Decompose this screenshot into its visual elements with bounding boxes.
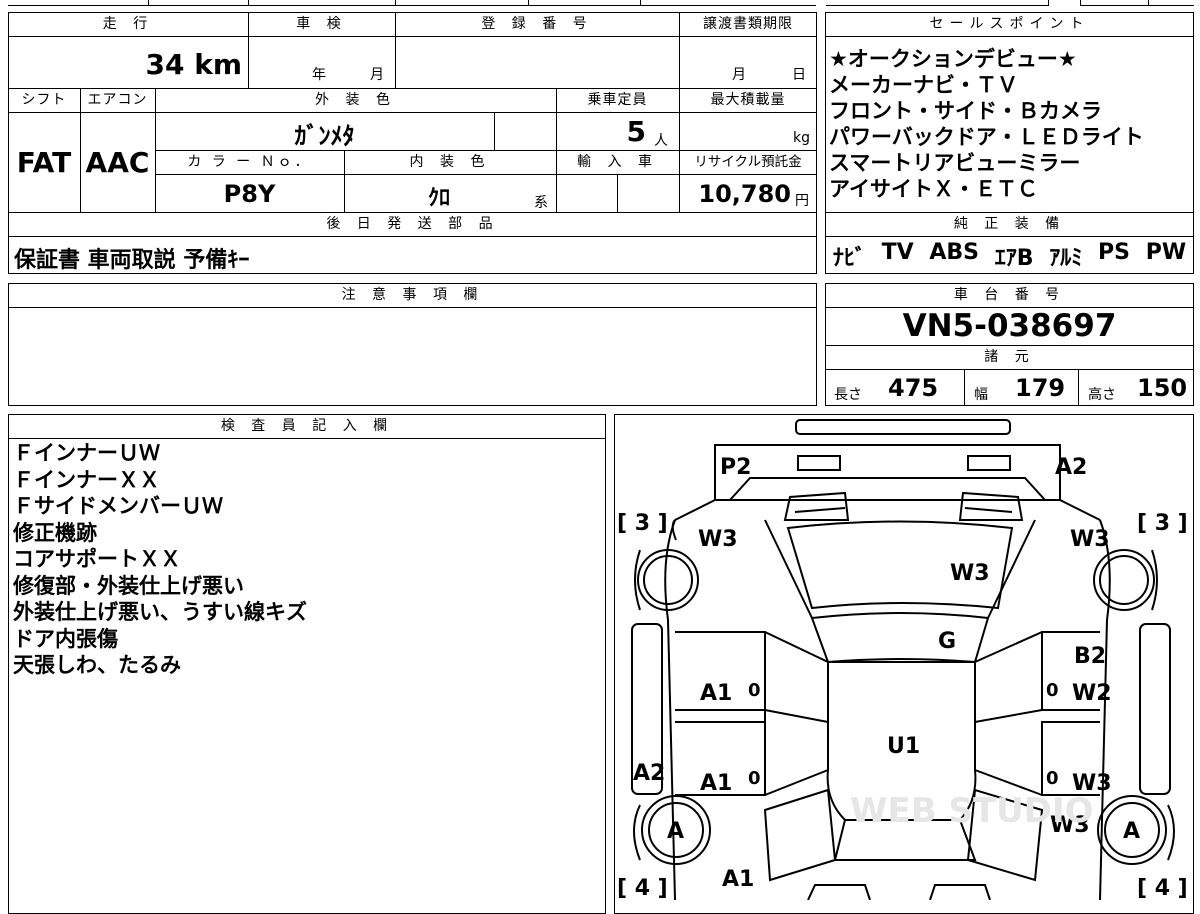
color-no-label: カ ラ ー Ｎｏ． bbox=[187, 154, 312, 170]
interior-color-label: 内 装 色 bbox=[409, 154, 491, 170]
inspector-line: 外装仕上げ悪い、うすい線キズ bbox=[13, 600, 307, 624]
length-label: 長さ bbox=[834, 387, 862, 403]
capacity-label: 乗車定員 bbox=[587, 92, 648, 108]
sales-point-item: メーカーナビ・ＴＶ bbox=[829, 73, 1018, 97]
capacity-unit: 人 bbox=[654, 133, 668, 149]
specs-label: 諸 元 bbox=[984, 349, 1035, 365]
equipment-item: ｴｱB bbox=[994, 246, 1034, 271]
exterior-color-value: ｶﾞﾝﾒﾀ bbox=[294, 122, 355, 150]
transfer-deadline-label: 譲渡書類期限 bbox=[703, 16, 793, 32]
length-value: 475 bbox=[888, 374, 939, 402]
equipment-item: ABS bbox=[929, 240, 980, 265]
interior-color-value: ｸﾛ bbox=[427, 186, 450, 211]
mileage-number: 34 bbox=[145, 48, 185, 81]
equipment-item: PW bbox=[1145, 240, 1187, 265]
height-value: 150 bbox=[1137, 374, 1188, 402]
exterior-color-label: 外 装 色 bbox=[315, 92, 396, 108]
notes-label: 注 意 事 項 欄 bbox=[341, 287, 484, 303]
shaken-month-unit: 月 bbox=[370, 67, 384, 83]
recycle-fee-label: リサイクル預託金 bbox=[694, 154, 802, 170]
transfer-month-unit: 月 bbox=[732, 67, 746, 83]
inspector-line: ＦサイドメンバーＵＷ bbox=[13, 494, 223, 518]
chassis-label: 車 台 番 号 bbox=[953, 287, 1066, 303]
registration-label: 登 録 番 号 bbox=[481, 16, 593, 32]
height-label: 高さ bbox=[1088, 387, 1116, 403]
recycle-fee-unit: 円 bbox=[795, 193, 809, 209]
max-load-unit: kg bbox=[793, 130, 810, 146]
inspector-lines: ＦインナーＵＷ ＦインナーＸＸ ＦサイドメンバーＵＷ 修正機跡 コアサポートＸＸ… bbox=[13, 440, 307, 679]
inspector-label: 検 査 員 記 入 欄 bbox=[220, 418, 394, 434]
import-label: 輸 入 車 bbox=[577, 154, 658, 170]
inspector-line: 修正機跡 bbox=[13, 520, 97, 545]
inspector-line: 天張しわ、たるみ bbox=[13, 653, 181, 677]
mileage-label: 走 行 bbox=[102, 16, 154, 32]
genuine-equipment-list: ﾅﾋﾞ TV ABS ｴｱB ｱﾙﾐ PS PW bbox=[825, 240, 1194, 272]
equipment-item: ﾅﾋﾞ bbox=[832, 246, 866, 271]
shaken-label: 車 検 bbox=[296, 16, 347, 32]
inspector-line: コアサポートＸＸ bbox=[13, 547, 181, 571]
equipment-item: PS bbox=[1098, 240, 1130, 265]
sales-point-item: スマートリアビューミラー bbox=[829, 151, 1081, 175]
width-label: 幅 bbox=[974, 387, 988, 403]
inspector-line: ＦインナーＵＷ bbox=[13, 441, 160, 465]
equipment-item: ｱﾙﾐ bbox=[1049, 246, 1083, 271]
sales-point-item: ★オークションデビュー★ bbox=[829, 47, 1077, 71]
recycle-fee-value: 10,780 bbox=[698, 180, 791, 208]
color-no-value: P8Y bbox=[223, 180, 276, 208]
shift-value: FAT bbox=[16, 146, 72, 179]
shaken-year-unit: 年 bbox=[312, 67, 326, 83]
inspector-line: ＦインナーＸＸ bbox=[13, 467, 160, 492]
transfer-day-unit: 日 bbox=[792, 67, 806, 83]
inspector-line: ドア内張傷 bbox=[13, 626, 118, 651]
interior-color-suffix: 系 bbox=[534, 195, 548, 211]
sales-points-list: ★オークションデビュー★ メーカーナビ・ＴＶ フロント・サイド・Ｂカメラ パワー… bbox=[829, 46, 1144, 202]
chassis-number: VN5-038697 bbox=[902, 308, 1117, 344]
deferred-parts-label: 後 日 発 送 部 品 bbox=[326, 216, 499, 232]
shift-label: シフト bbox=[21, 92, 67, 108]
sales-points-label: セールスポイント bbox=[929, 16, 1090, 32]
damage-diagram-panel bbox=[614, 414, 1194, 914]
equipment-item: TV bbox=[881, 240, 914, 265]
capacity-value: 5 bbox=[626, 115, 646, 148]
mileage-value: 34 km bbox=[8, 48, 248, 81]
sales-point-item: アイサイトＸ・ＥＴＣ bbox=[829, 177, 1038, 201]
mileage-unit: km bbox=[194, 48, 242, 81]
inspector-line: 修復部・外装仕上げ悪い bbox=[13, 573, 244, 598]
aircon-value: AAC bbox=[85, 146, 150, 179]
deferred-parts-value: 保証書 車両取説 予備ｷｰ bbox=[14, 248, 250, 273]
genuine-equipment-label: 純 正 装 備 bbox=[953, 216, 1066, 232]
sales-point-item: フロント・サイド・Ｂカメラ bbox=[829, 99, 1102, 123]
aircon-label: エアコン bbox=[87, 92, 148, 108]
sales-point-item: パワーバックドア・ＬＥＤライト bbox=[829, 125, 1144, 149]
width-value: 179 bbox=[1015, 374, 1066, 402]
max-load-label: 最大積載量 bbox=[710, 92, 786, 108]
